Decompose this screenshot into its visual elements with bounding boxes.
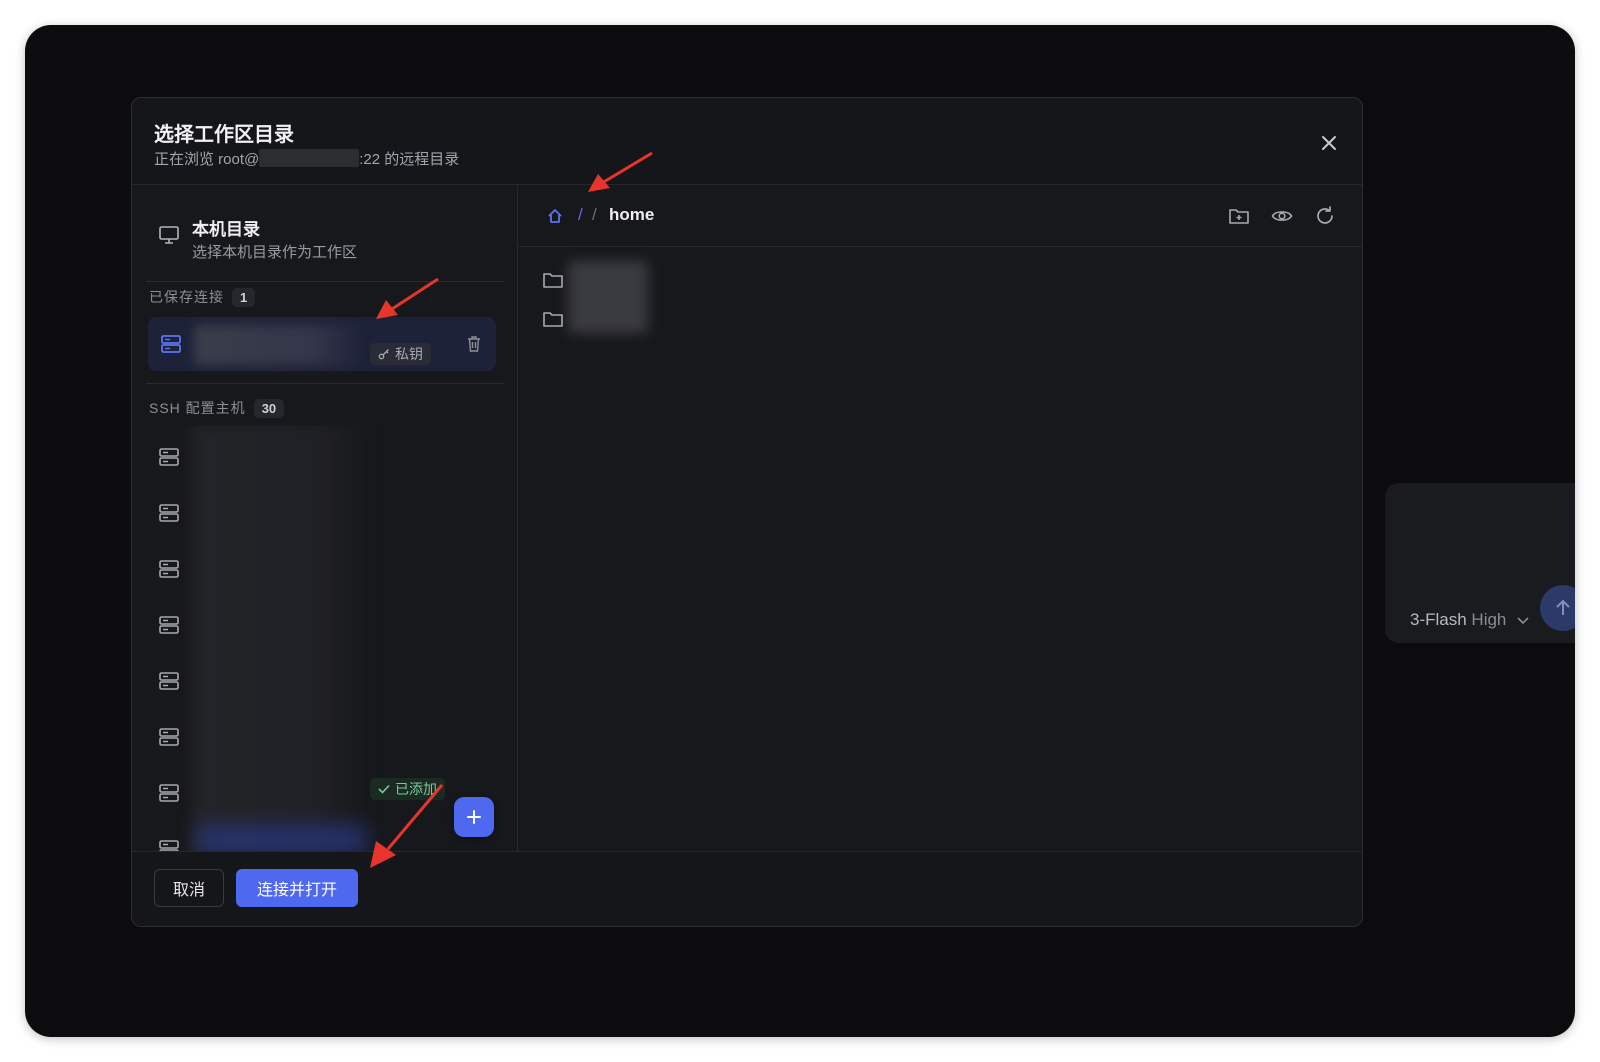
subtitle-suffix: :22 的远程目录	[359, 151, 460, 168]
browser-toolbar: / / home	[518, 185, 1362, 247]
subtitle-prefix: 正在浏览 root@	[154, 151, 260, 168]
server-icon	[158, 615, 180, 640]
connection-pane: 本机目录 选择本机目录作为工作区 已保存连接 1 私钥 SSH 配置主机 30 …	[132, 185, 518, 853]
close-icon	[1322, 136, 1336, 150]
list-item[interactable]	[148, 545, 498, 595]
local-title: 本机目录	[192, 220, 260, 239]
dialog-footer: 取消 连接并打开	[132, 851, 1362, 926]
directory-browser: / / home	[518, 185, 1362, 853]
model-level: High	[1471, 610, 1507, 629]
server-icon	[158, 447, 180, 472]
breadcrumb-separator: /	[592, 205, 597, 224]
added-badge-label: 已添加	[395, 781, 437, 797]
ssh-count-badge: 30	[253, 398, 285, 418]
cancel-button[interactable]: 取消	[154, 869, 224, 907]
redacted-host	[259, 149, 360, 167]
breadcrumb-current[interactable]: home	[609, 205, 654, 225]
saved-label: 已保存连接	[149, 289, 224, 305]
dialog-header: 选择工作区目录 正在浏览 root@ :22 的远程目录	[132, 98, 1362, 184]
local-description: 选择本机目录作为工作区	[192, 244, 358, 261]
selected-host-highlight	[196, 825, 366, 853]
list-item[interactable]	[148, 713, 498, 763]
list-item[interactable]	[148, 657, 498, 707]
add-connection-button[interactable]	[454, 797, 494, 837]
plus-icon	[467, 810, 481, 824]
background-model-selector: 3-Flash High	[1410, 610, 1529, 630]
folder-icon	[542, 271, 564, 294]
breadcrumb-root[interactable]: /	[578, 205, 583, 225]
refresh-button[interactable]	[1314, 205, 1336, 227]
new-folder-button[interactable]	[1228, 205, 1250, 227]
check-icon	[378, 784, 390, 794]
key-icon	[378, 349, 389, 360]
server-icon	[160, 334, 182, 359]
trash-icon	[468, 336, 480, 352]
folder-row[interactable]	[542, 263, 842, 299]
ssh-section-label: SSH 配置主机 30	[149, 398, 285, 418]
dialog-body: 本机目录 选择本机目录作为工作区 已保存连接 1 私钥 SSH 配置主机 30 …	[132, 184, 1362, 853]
divider	[146, 383, 504, 384]
server-icon	[158, 503, 180, 528]
saved-section-label: 已保存连接 1	[149, 287, 256, 307]
monitor-icon	[158, 225, 180, 250]
auth-tag: 私钥	[370, 343, 431, 365]
arrow-up-icon	[1556, 599, 1570, 615]
list-item[interactable]	[148, 601, 498, 651]
connect-and-open-button[interactable]: 连接并打开	[236, 869, 358, 907]
server-icon	[158, 783, 180, 808]
saved-count-badge: 1	[232, 287, 256, 307]
model-name: 3-Flash	[1410, 610, 1467, 629]
redacted-connection-name	[194, 325, 364, 365]
added-badge: 已添加	[370, 778, 445, 800]
home-icon	[548, 209, 562, 223]
local-directory-option[interactable]: 本机目录 选择本机目录作为工作区	[146, 195, 504, 271]
list-item[interactable]	[148, 769, 498, 819]
folder-icon	[542, 310, 564, 333]
folder-row[interactable]	[542, 302, 842, 338]
auth-tag-label: 私钥	[395, 346, 423, 362]
workspace-dialog: 选择工作区目录 正在浏览 root@ :22 的远程目录 本机目录 选择本机目录作…	[131, 97, 1363, 927]
divider	[146, 281, 504, 282]
toggle-hidden-button[interactable]	[1271, 205, 1293, 227]
chevron-down-icon	[1517, 610, 1529, 630]
list-item[interactable]	[148, 489, 498, 539]
saved-connection-item[interactable]: 私钥	[148, 317, 496, 371]
ssh-label: SSH 配置主机	[149, 400, 246, 416]
delete-connection-button[interactable]	[466, 335, 482, 358]
refresh-icon	[1317, 206, 1333, 224]
app-window: 3-Flash High 选择工作区目录 正在浏览 root@ :22 的远程目录	[25, 25, 1575, 1037]
server-icon	[158, 559, 180, 584]
folder-plus-icon	[1229, 209, 1249, 224]
server-icon	[158, 671, 180, 696]
home-button[interactable]	[546, 207, 564, 230]
eye-icon	[1271, 211, 1293, 221]
dialog-title: 选择工作区目录	[154, 124, 294, 146]
ssh-host-list: 已添加	[132, 425, 517, 853]
server-icon	[158, 727, 180, 752]
dialog-subtitle: 正在浏览 root@ :22 的远程目录	[154, 148, 459, 169]
close-button[interactable]	[1318, 132, 1340, 154]
list-item[interactable]	[148, 433, 498, 483]
